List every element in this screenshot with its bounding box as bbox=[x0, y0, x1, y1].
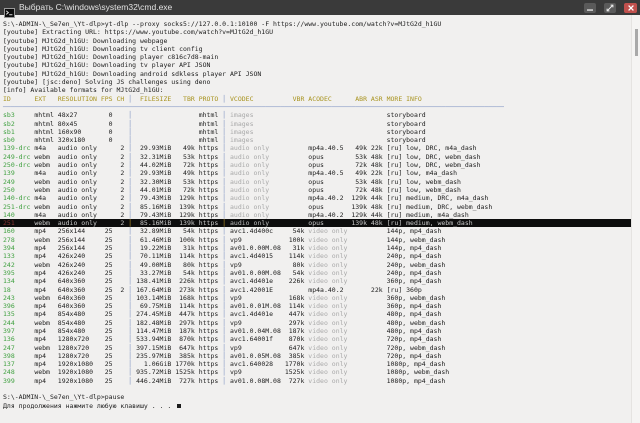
prompt-pause-line: S:\-ADMIN-\_Se7en_\Yt-dlp>pause bbox=[3, 393, 631, 401]
cmd-prompt-icon bbox=[4, 3, 15, 13]
blank-line bbox=[3, 385, 631, 393]
format-row: 139 m4a audio only 2 │ 29.93MiB 49k http… bbox=[3, 169, 631, 177]
format-row: sb2 mhtml 80x45 0 │ mhtml │ images story… bbox=[3, 120, 631, 128]
format-row: 249-drc webm audio only 2 │ 32.31MiB 53k… bbox=[3, 153, 631, 161]
format-row: 135 mp4 854x480 25 │ 274.45MiB 447k http… bbox=[3, 310, 631, 318]
format-table-header: ID EXT RESOLUTION FPS CH │ FILESIZE TBR … bbox=[3, 95, 631, 103]
log-line: [youtube] MJtG2d_h1GU: Downloading playe… bbox=[3, 53, 631, 61]
close-button[interactable] bbox=[624, 3, 637, 13]
format-row: 244 webm 854x480 25 │ 182.48MiB 297k htt… bbox=[3, 319, 631, 327]
log-line: [youtube] MJtG2d_h1GU: Downloading webpa… bbox=[3, 37, 631, 45]
format-row: 395 mp4 426x240 25 │ 33.27MiB 54k https … bbox=[3, 269, 631, 277]
format-row: 248 webm 1920x1080 25 │ 935.72MiB 1525k … bbox=[3, 368, 631, 376]
format-row: 18 mp4 640x360 25 2 │ 167.64MiB 273k htt… bbox=[3, 286, 631, 294]
format-row: 398 mp4 1280x720 25 │ 235.97MiB 385k htt… bbox=[3, 352, 631, 360]
format-row: 160 mp4 256x144 25 │ 32.89MiB 54k https … bbox=[3, 227, 631, 235]
text-cursor bbox=[177, 404, 181, 407]
format-row: 247 webm 1280x720 25 │ 397.15MiB 647k ht… bbox=[3, 344, 631, 352]
format-row: 242 webm 426x240 25 │ 49.00MiB 80k https… bbox=[3, 261, 631, 269]
format-row: 249 webm audio only 2 │ 32.30MiB 53k htt… bbox=[3, 178, 631, 186]
console-lines: S:\-ADMIN-\_Se7en_\Yt-dlp>yt-dlp --proxy… bbox=[3, 20, 631, 385]
format-row: 251-drc webm audio only 2 │ 85.16MiB 139… bbox=[3, 203, 631, 211]
format-row: 140-drc m4a audio only 2 │ 79.43MiB 129k… bbox=[3, 194, 631, 202]
window-title: Выбрать C:\windows\system32\cmd.exe bbox=[19, 0, 584, 15]
format-row: sb3 mhtml 48x27 0 │ mhtml │ images story… bbox=[3, 111, 631, 119]
log-line: [youtube] MJtG2d_h1GU: Downloading tv pl… bbox=[3, 61, 631, 69]
log-line: [youtube] MJtG2d_h1GU: Downloading tv cl… bbox=[3, 45, 631, 53]
cmd-window: Выбрать C:\windows\system32\cmd.exe bbox=[0, 0, 640, 423]
minimize-icon bbox=[586, 4, 594, 12]
format-row: 250 webm audio only 2 │ 44.01MiB 72k htt… bbox=[3, 186, 631, 194]
format-row: 136 mp4 1280x720 25 │ 533.94MiB 870k htt… bbox=[3, 335, 631, 343]
log-line: [info] Available formats for MJtG2d_h1GU… bbox=[3, 86, 631, 94]
format-row: 140 m4a audio only 2 │ 79.43MiB 129k htt… bbox=[3, 211, 631, 219]
format-row: sb1 mhtml 160x90 0 │ mhtml │ images stor… bbox=[3, 128, 631, 136]
press-any-key-text: Для продолжения нажмите любую клавишу . … bbox=[3, 402, 175, 410]
close-icon bbox=[627, 4, 635, 12]
title-bar[interactable]: Выбрать C:\windows\system32\cmd.exe bbox=[0, 0, 640, 15]
log-line: [youtube] MJtG2d_h1GU: Downloading andro… bbox=[3, 70, 631, 78]
pause-prompt-text: S:\-ADMIN-\_Se7en_\Yt-dlp>pause bbox=[3, 393, 124, 401]
minimize-button[interactable] bbox=[584, 3, 596, 13]
restore-button[interactable] bbox=[604, 3, 616, 13]
vertical-scrollbar[interactable] bbox=[631, 15, 640, 423]
format-row: 134 mp4 640x360 25 │ 138.41MiB 226k http… bbox=[3, 277, 631, 285]
format-row: 139-drc m4a audio only 2 │ 29.93MiB 49k … bbox=[3, 144, 631, 152]
console-output[interactable]: S:\-ADMIN-\_Se7en_\Yt-dlp>yt-dlp --proxy… bbox=[0, 15, 640, 423]
format-row: 399 mp4 1920x1080 25 │ 446.24MiB 727k ht… bbox=[3, 377, 631, 385]
format-row: 243 webm 640x360 25 │ 103.14MiB 168k htt… bbox=[3, 294, 631, 302]
press-any-key-line: Для продолжения нажмите любую клавишу . … bbox=[3, 402, 631, 410]
restore-icon bbox=[606, 4, 614, 12]
scrollbar-thumb[interactable] bbox=[635, 29, 638, 56]
window-controls bbox=[584, 3, 637, 13]
format-row: 133 mp4 426x240 25 │ 70.11MiB 114k https… bbox=[3, 252, 631, 260]
log-line: S:\-ADMIN-\_Se7en_\Yt-dlp>yt-dlp --proxy… bbox=[3, 20, 631, 28]
log-line: [youtube] [jsc:deno] Solving JS challeng… bbox=[3, 78, 631, 86]
format-row: 278 webm 256x144 25 │ 61.46MiB 100k http… bbox=[3, 236, 631, 244]
log-line: [youtube] Extracting URL: https://www.yo… bbox=[3, 28, 631, 36]
